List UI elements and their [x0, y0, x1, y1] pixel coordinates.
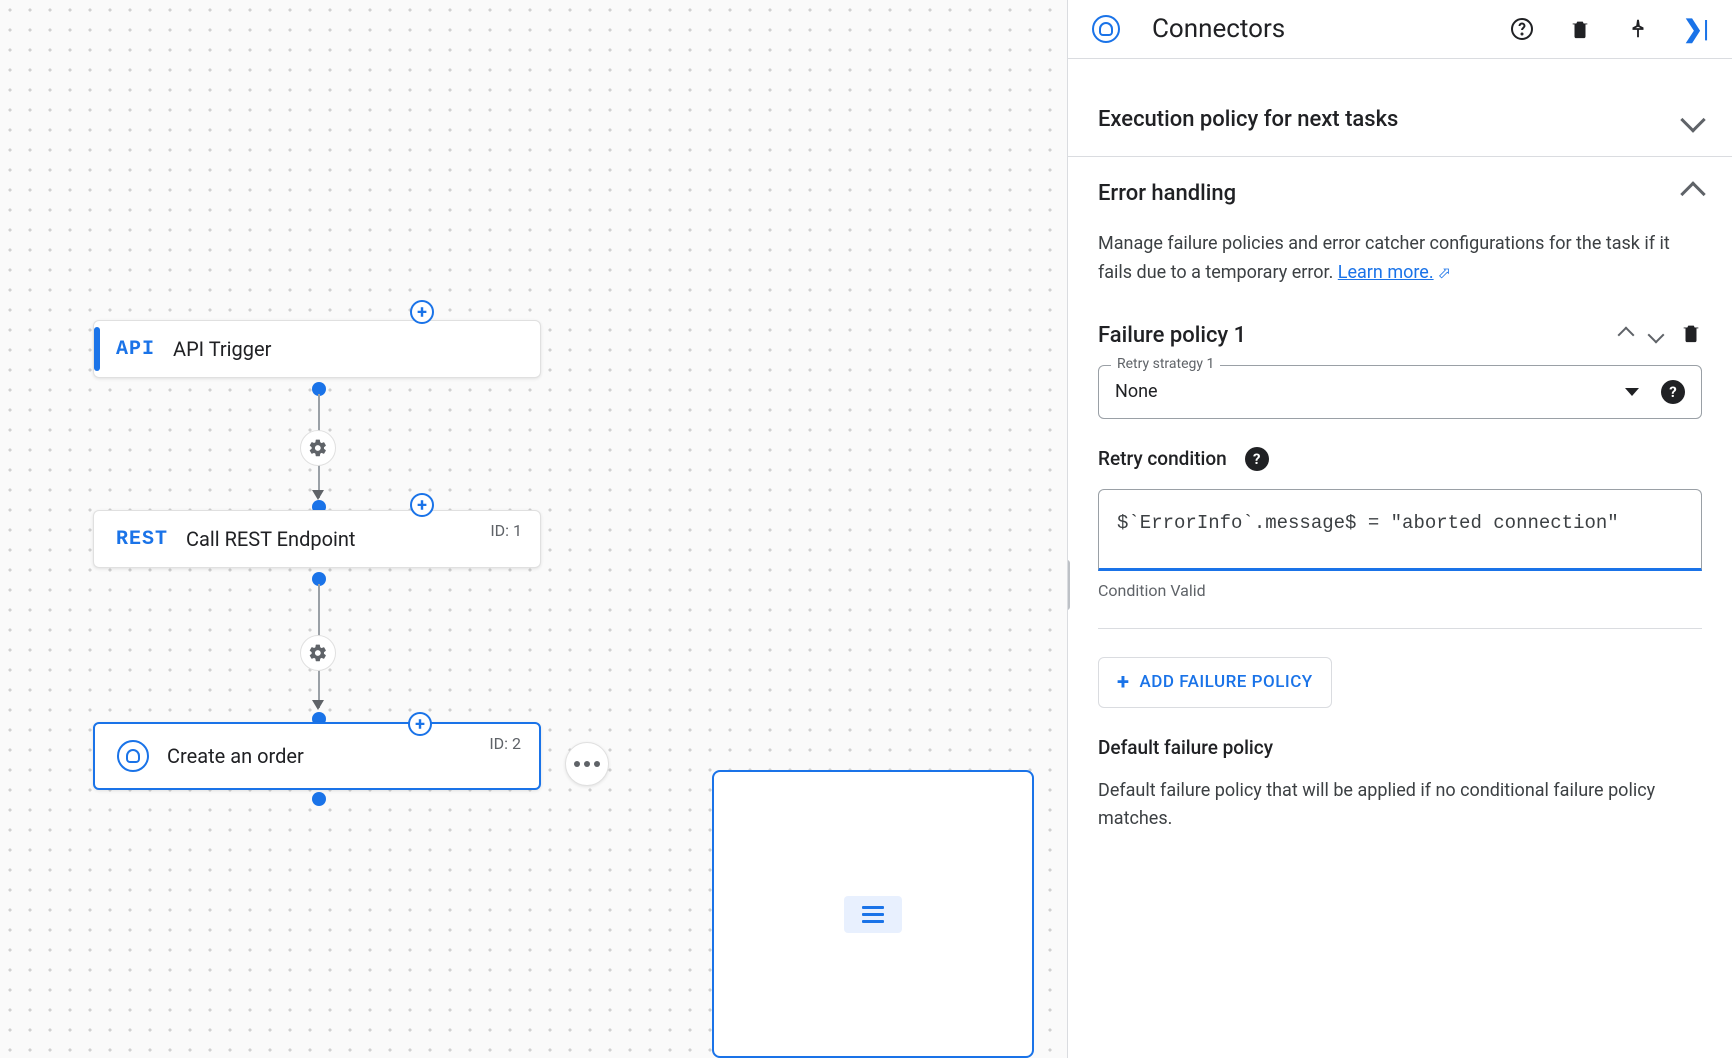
section-title: Execution policy for next tasks — [1098, 107, 1398, 132]
node-id: ID: 1 — [490, 521, 522, 540]
add-failure-policy-button[interactable]: + ADD FAILURE POLICY — [1098, 657, 1332, 708]
retry-condition-label: Retry condition — [1098, 447, 1227, 470]
task-palette[interactable] — [712, 770, 1034, 1058]
move-down-button[interactable] — [1650, 329, 1662, 341]
divider — [1098, 628, 1702, 629]
add-node-button[interactable]: + — [410, 493, 434, 517]
add-node-button[interactable]: + — [408, 712, 432, 736]
condition-status: Condition Valid — [1098, 581, 1702, 600]
section-execution-policy: Execution policy for next tasks — [1068, 59, 1732, 157]
node-accent-bar — [94, 327, 100, 371]
node-create-order[interactable]: Create an order ID: 2 — [93, 722, 541, 790]
arrow-head — [312, 490, 324, 500]
add-policy-label: ADD FAILURE POLICY — [1140, 672, 1313, 692]
field-label: Retry strategy 1 — [1111, 356, 1220, 372]
retry-strategy-select[interactable]: Retry strategy 1 None ? — [1098, 365, 1702, 419]
connector-icon — [1092, 15, 1120, 43]
field-value: None — [1115, 381, 1158, 402]
section-error-handling: Error handling Manage failure policies a… — [1068, 157, 1732, 858]
delete-policy-button[interactable] — [1680, 322, 1702, 349]
connector-icon — [117, 740, 149, 772]
retry-condition-input[interactable]: $`ErrorInfo`.message$ = "aborted connect… — [1098, 489, 1702, 571]
section-header[interactable]: Error handling — [1068, 157, 1732, 230]
section-body: Manage failure policies and error catche… — [1068, 230, 1732, 858]
node-label: API Trigger — [173, 337, 271, 361]
failure-policy-header: Failure policy 1 — [1098, 322, 1702, 349]
plus-icon: + — [1117, 670, 1130, 695]
help-tooltip-icon[interactable]: ? — [1245, 447, 1269, 471]
add-node-button[interactable]: + — [410, 300, 434, 324]
collapse-panel-icon[interactable]: ❯| — [1684, 17, 1708, 41]
move-up-button[interactable] — [1620, 329, 1632, 341]
edge-settings-button[interactable] — [300, 430, 336, 466]
chevron-down-icon — [1680, 107, 1705, 132]
details-panel: Connectors ❯| Execution policy for next … — [1067, 0, 1732, 1058]
node-rest-endpoint[interactable]: REST Call REST Endpoint ID: 1 — [93, 510, 541, 568]
node-api-trigger[interactable]: API API Trigger — [93, 320, 541, 378]
section-description: Manage failure policies and error catche… — [1098, 230, 1702, 288]
edge-settings-button[interactable] — [300, 635, 336, 671]
help-icon[interactable] — [1510, 17, 1534, 41]
chevron-up-icon — [1680, 181, 1705, 206]
panel-title: Connectors — [1152, 14, 1488, 44]
section-header[interactable]: Execution policy for next tasks — [1068, 83, 1732, 156]
default-policy-description: Default failure policy that will be appl… — [1098, 777, 1702, 835]
node-id: ID: 2 — [489, 734, 521, 753]
pin-icon[interactable] — [1626, 17, 1650, 41]
rest-icon: REST — [116, 528, 168, 551]
section-title: Error handling — [1098, 181, 1236, 206]
default-policy-title: Default failure policy — [1098, 736, 1702, 759]
node-label: Create an order — [167, 744, 304, 768]
failure-policy-title: Failure policy 1 — [1098, 323, 1246, 348]
external-link-icon: ⬀ — [1438, 260, 1451, 286]
panel-header: Connectors ❯| — [1068, 0, 1732, 59]
node-label: Call REST Endpoint — [186, 527, 355, 551]
palette-menu-icon[interactable] — [844, 896, 902, 933]
scroll-indicator[interactable] — [1067, 560, 1070, 610]
help-tooltip-icon[interactable]: ? — [1661, 380, 1685, 404]
port-out[interactable] — [312, 792, 326, 806]
dropdown-caret-icon — [1625, 388, 1639, 396]
delete-icon[interactable] — [1568, 17, 1592, 41]
learn-more-link[interactable]: Learn more. — [1338, 262, 1434, 283]
arrow-head — [312, 700, 324, 710]
workflow-canvas[interactable]: API API Trigger + REST Call REST Endpoin… — [0, 0, 1067, 1058]
retry-condition-label-row: Retry condition ? — [1098, 447, 1702, 471]
node-more-button[interactable] — [565, 742, 609, 786]
api-icon: API — [116, 338, 155, 361]
